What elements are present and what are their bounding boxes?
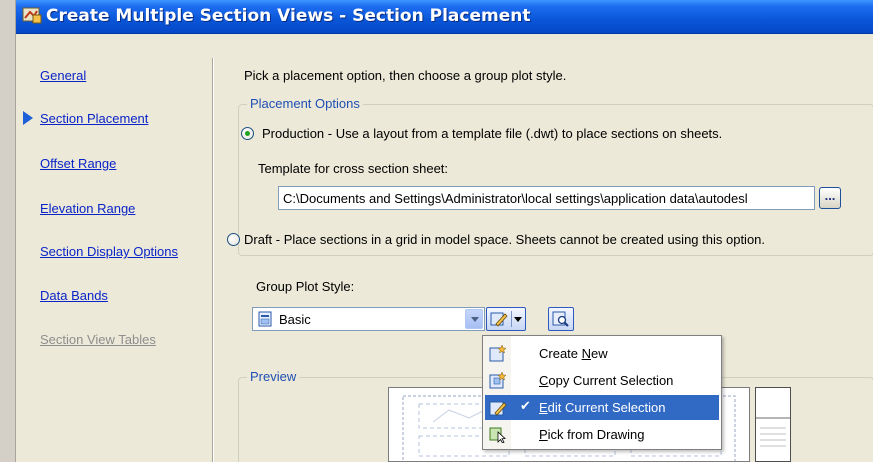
nav-item-general[interactable]: General	[40, 68, 86, 83]
window-title: Create Multiple Section Views - Section …	[46, 6, 531, 26]
nav-item-offset-range[interactable]: Offset Range	[40, 156, 116, 171]
edit-style-icon	[489, 401, 507, 416]
current-page-arrow-icon	[23, 111, 33, 125]
chevron-down-icon[interactable]	[465, 309, 483, 329]
split-dropdown-arrow[interactable]	[511, 311, 523, 327]
menu-item-edit-current-selection[interactable]: ✔ Edit Current Selection	[485, 395, 719, 420]
triangle-down-icon	[514, 317, 522, 322]
nav-panel: General Section Placement Offset Range E…	[16, 34, 212, 462]
nav-item-section-display-options[interactable]: Section Display Options	[40, 244, 178, 259]
draft-radio-label[interactable]: Draft - Place sections in a grid in mode…	[244, 232, 765, 247]
instruction-text: Pick a placement option, then choose a g…	[244, 68, 567, 83]
group-plot-style-combo[interactable]: Basic	[252, 307, 485, 331]
zoom-preview-icon	[552, 311, 569, 327]
menu-item-pick-from-drawing[interactable]: Pick from Drawing	[485, 422, 719, 447]
dialog-window: Create Multiple Section Views - Section …	[0, 0, 873, 462]
production-radio-label[interactable]: Production - Use a layout from a templat…	[262, 126, 722, 141]
app-icon	[22, 7, 42, 24]
edit-style-split-button[interactable]	[486, 307, 526, 331]
browse-template-button[interactable]: ...	[819, 187, 841, 209]
preview-title: Preview	[247, 369, 300, 384]
plot-style-icon	[258, 311, 272, 327]
create-new-icon	[489, 345, 507, 362]
nav-item-data-bands[interactable]: Data Bands	[40, 288, 108, 303]
copy-style-icon	[489, 372, 507, 389]
preview-style-button[interactable]	[548, 307, 574, 331]
group-plot-style-value: Basic	[279, 312, 311, 327]
nav-item-section-view-tables: Section View Tables	[40, 332, 156, 347]
parent-window-edge	[0, 0, 16, 462]
menu-item-label-create-new: Create New	[539, 346, 608, 361]
template-label: Template for cross section sheet:	[258, 161, 449, 176]
menu-item-create-new[interactable]: Create New	[485, 341, 719, 366]
style-dropdown-menu: Create New Copy Current Selection ✔ Edit…	[482, 335, 722, 450]
pick-from-drawing-icon	[489, 427, 506, 443]
template-path-input[interactable]: C:\Documents and Settings\Administrator\…	[278, 186, 815, 210]
placement-options-title: Placement Options	[247, 96, 363, 111]
sheet-titleblock-preview	[755, 387, 791, 462]
menu-item-copy-current-selection[interactable]: Copy Current Selection	[485, 368, 719, 393]
nav-item-section-placement[interactable]: Section Placement	[40, 111, 148, 126]
menu-item-label-edit: Edit Current Selection	[539, 400, 666, 415]
nav-item-elevation-range[interactable]: Elevation Range	[40, 201, 135, 216]
edit-style-icon	[490, 312, 508, 327]
production-radio[interactable]	[241, 127, 254, 140]
title-bar[interactable]: Create Multiple Section Views - Section …	[16, 0, 873, 34]
menu-item-label-copy: Copy Current Selection	[539, 373, 674, 388]
draft-radio[interactable]	[227, 233, 240, 246]
menu-item-label-pick: Pick from Drawing	[539, 427, 645, 442]
group-plot-style-label: Group Plot Style:	[256, 279, 355, 294]
checkmark-icon: ✔	[520, 398, 531, 413]
